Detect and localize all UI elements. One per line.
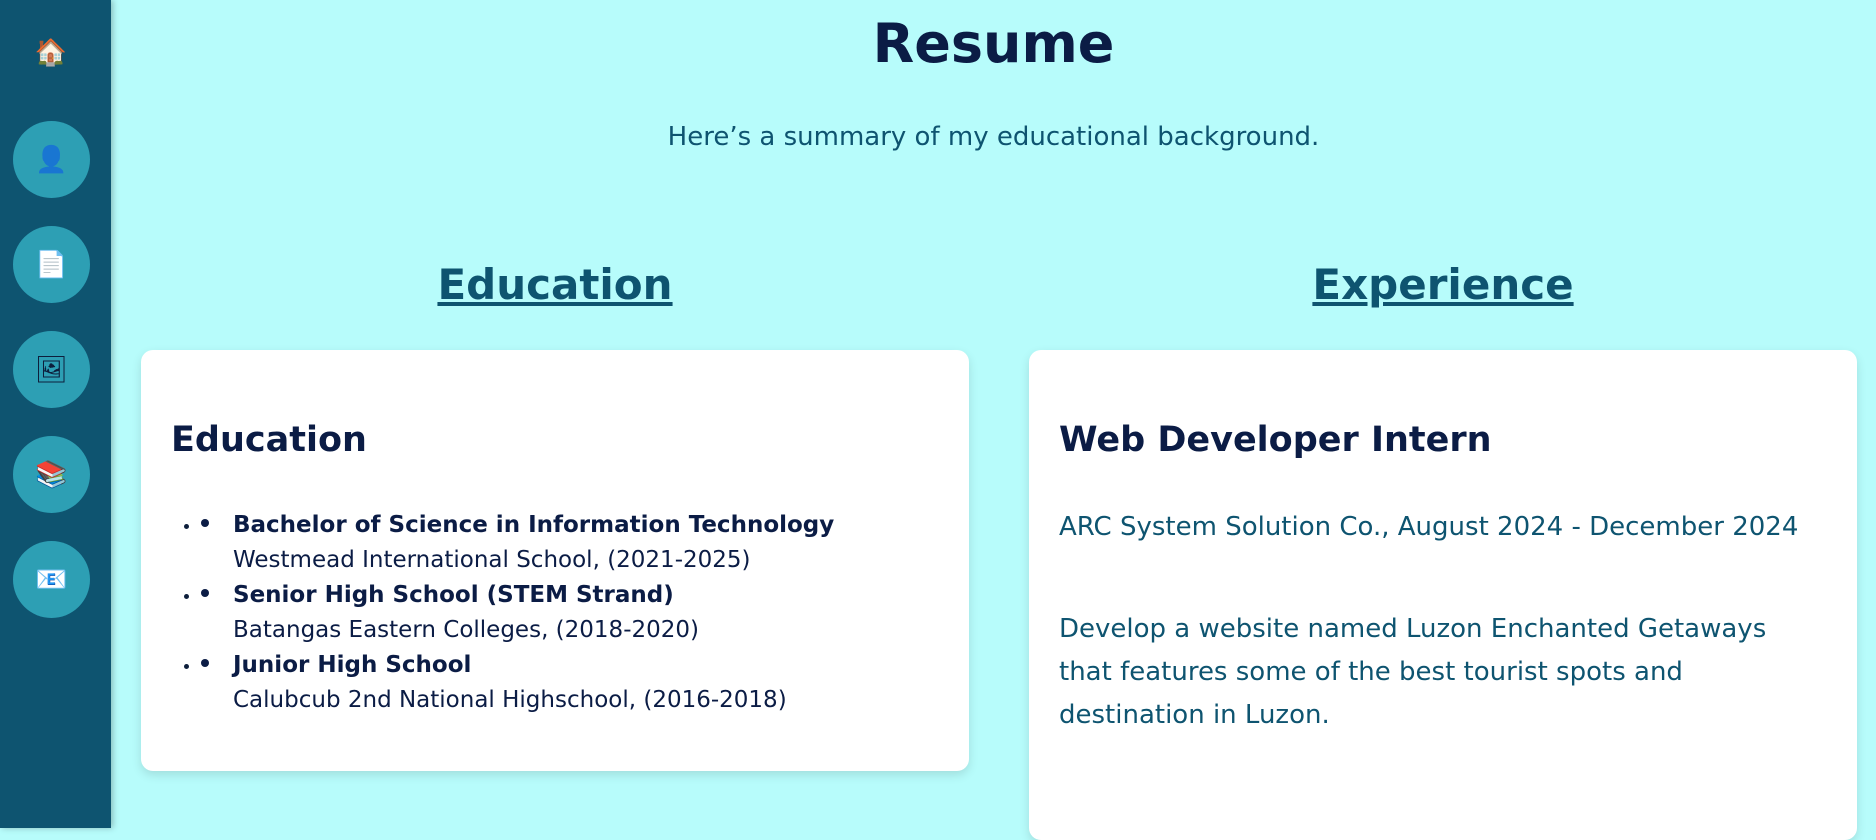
sidebar-item-portfolio[interactable]: 🖼 (13, 331, 90, 408)
education-degree: Bachelor of Science in Information Techn… (233, 512, 835, 538)
education-heading: Education (437, 260, 673, 309)
experience-company: ARC System Solution Co., August 2024 - D… (1059, 512, 1799, 542)
picture-icon: 🖼 (34, 354, 68, 385)
envelope-icon: 📧 (35, 564, 68, 595)
sidebar: 🏠 👤 📄 🖼 📚 📧 (0, 0, 111, 828)
sidebar-item-services[interactable]: 📚 (13, 436, 90, 513)
document-icon: 📄 (35, 249, 68, 280)
education-school: Westmead International School, (2021-202… (233, 547, 751, 573)
education-degree: Junior High School (233, 652, 472, 678)
sidebar-item-resume[interactable]: 📄 (13, 226, 90, 303)
bullet (201, 659, 209, 667)
experience-card-title: Web Developer Intern (1059, 420, 1492, 460)
education-degree: Senior High School (STEM Strand) (233, 582, 674, 608)
page-title: Resume (872, 12, 1115, 75)
education-school: Calubcub 2nd National Highschool, (2016-… (233, 687, 787, 713)
person-icon: 👤 (35, 144, 68, 175)
education-list: Bachelor of Science in Information Techn… (201, 508, 961, 718)
main-content: Resume Here’s a summary of my educationa… (111, 0, 1876, 840)
home-icon: 🏠 (34, 38, 68, 68)
experience-card: Web Developer Intern ARC System Solution… (1029, 350, 1857, 840)
sidebar-item-about[interactable]: 👤 (13, 121, 90, 198)
sidebar-item-home[interactable]: 🏠 (32, 36, 70, 70)
education-card: Education Bachelor of Science in Informa… (141, 350, 969, 771)
list-item: Senior High School (STEM Strand) Batanga… (201, 578, 961, 648)
books-icon: 📚 (35, 459, 68, 490)
page-subtitle: Here’s a summary of my educational backg… (667, 122, 1320, 152)
education-school: Batangas Eastern Colleges, (2018-2020) (233, 617, 699, 643)
experience-heading: Experience (1312, 260, 1574, 309)
education-card-title: Education (171, 420, 367, 460)
list-item: Bachelor of Science in Information Techn… (201, 508, 961, 578)
experience-description: Develop a website named Luzon Enchanted … (1059, 614, 1767, 730)
bullet (201, 519, 209, 527)
sidebar-item-contact[interactable]: 📧 (13, 541, 90, 618)
bullet (201, 589, 209, 597)
list-item: Junior High School Calubcub 2nd National… (201, 648, 961, 718)
